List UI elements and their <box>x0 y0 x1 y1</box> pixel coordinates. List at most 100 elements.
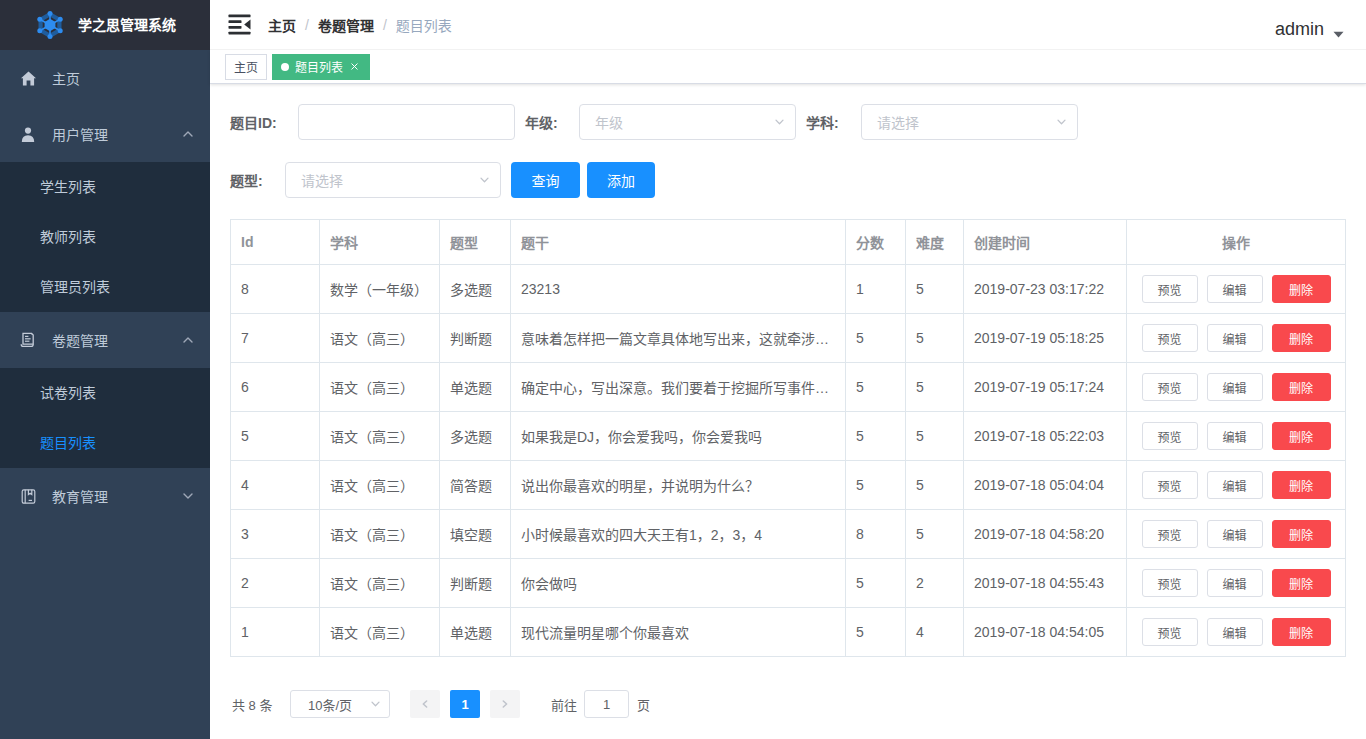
cell-actions: 预览 编辑 删除 <box>1127 363 1346 412</box>
cell-created: 2019-07-18 04:54:05 <box>964 608 1127 657</box>
jump-page-input[interactable] <box>585 691 628 717</box>
sidebar-item-admin-list[interactable]: 管理员列表 <box>0 262 210 312</box>
submenu: 试卷列表题目列表 <box>0 368 210 468</box>
table-row: 1 语文（高三） 单选题 现代流量明星哪个你最喜欢 5 4 2019-07-18… <box>231 608 1346 657</box>
cell-score: 5 <box>846 559 906 608</box>
cell-actions: 预览 编辑 删除 <box>1127 559 1346 608</box>
hamburger-icon[interactable] <box>228 13 251 36</box>
chevron-down-icon <box>370 699 381 710</box>
edit-button[interactable]: 编辑 <box>1207 422 1263 450</box>
col-qtype: 题型 <box>440 220 511 265</box>
user-dropdown[interactable]: admin <box>1275 19 1344 40</box>
delete-button[interactable]: 删除 <box>1272 275 1331 303</box>
table-row: 6 语文（高三） 单选题 确定中心，写出深意。我们要着于挖掘所写事件… 5 5 … <box>231 363 1346 412</box>
app-title: 学之思管理系统 <box>78 0 176 50</box>
col-difficulty: 难度 <box>906 220 964 265</box>
logo-bar[interactable]: 学之思管理系统 <box>0 0 210 50</box>
preview-button[interactable]: 预览 <box>1142 618 1198 646</box>
question-id-label: 题目ID: <box>230 112 298 132</box>
add-button[interactable]: 添加 <box>587 162 655 198</box>
edit-button[interactable]: 编辑 <box>1207 324 1263 352</box>
next-page-button[interactable] <box>490 690 520 718</box>
jump-prefix: 前往 <box>551 695 577 714</box>
sidebar-item-paper-list[interactable]: 试卷列表 <box>0 368 210 418</box>
caret-down-icon <box>1333 25 1344 41</box>
question-id-input[interactable] <box>299 105 514 139</box>
education-book-icon <box>20 489 36 504</box>
cell-actions: 预览 编辑 删除 <box>1127 510 1346 559</box>
subject-label: 学科: <box>806 112 861 132</box>
jump-input-wrap <box>584 690 629 718</box>
home-icon <box>20 71 36 86</box>
delete-button[interactable]: 删除 <box>1272 324 1331 352</box>
edit-button[interactable]: 编辑 <box>1207 373 1263 401</box>
sidebar-item-user-management[interactable]: 用户管理 <box>0 106 210 162</box>
cell-stem: 现代流量明星哪个你最喜欢 <box>511 608 846 657</box>
pagination-total: 共 8 条 <box>232 695 290 714</box>
breadcrumb-home[interactable]: 主页 <box>268 15 296 35</box>
cell-created: 2019-07-18 04:58:20 <box>964 510 1127 559</box>
cell-subject: 语文（高三） <box>320 363 440 412</box>
cell-id: 4 <box>231 461 320 510</box>
breadcrumb-current: 题目列表 <box>396 15 452 35</box>
delete-button[interactable]: 删除 <box>1272 618 1331 646</box>
table-row: 4 语文（高三） 简答题 说出你最喜欢的明星，并说明为什么？ 5 5 2019-… <box>231 461 1346 510</box>
delete-button[interactable]: 删除 <box>1272 569 1331 597</box>
edit-button[interactable]: 编辑 <box>1207 520 1263 548</box>
cell-difficulty: 4 <box>906 608 964 657</box>
search-button[interactable]: 查询 <box>511 162 580 198</box>
subject-select[interactable]: 请选择 <box>861 104 1078 140</box>
cell-difficulty: 5 <box>906 461 964 510</box>
preview-button[interactable]: 预览 <box>1142 520 1198 548</box>
delete-button[interactable]: 删除 <box>1272 471 1331 499</box>
preview-button[interactable]: 预览 <box>1142 275 1198 303</box>
edit-button[interactable]: 编辑 <box>1207 275 1263 303</box>
cell-subject: 语文（高三） <box>320 608 440 657</box>
cell-created: 2019-07-18 04:55:43 <box>964 559 1127 608</box>
delete-button[interactable]: 删除 <box>1272 520 1331 548</box>
tag-question-list[interactable]: 题目列表 <box>272 54 370 80</box>
preview-button[interactable]: 预览 <box>1142 373 1198 401</box>
preview-button[interactable]: 预览 <box>1142 569 1198 597</box>
app-main: 题目ID: 年级: 年级 学科: 请选择 题型: 请选择 <box>210 84 1366 739</box>
prev-page-button[interactable] <box>410 690 440 718</box>
tags-view: 主页 题目列表 <box>210 50 1366 84</box>
edit-button[interactable]: 编辑 <box>1207 471 1263 499</box>
navbar: 主页 / 卷题管理 / 题目列表 admin <box>210 0 1366 50</box>
sidebar-item-education-management[interactable]: 教育管理 <box>0 468 210 524</box>
tag-home[interactable]: 主页 <box>225 54 267 80</box>
tag-dot-icon <box>281 63 289 71</box>
edit-button[interactable]: 编辑 <box>1207 569 1263 597</box>
breadcrumb-exam-management[interactable]: 卷题管理 <box>318 15 374 35</box>
page-1-button[interactable]: 1 <box>450 690 480 718</box>
preview-button[interactable]: 预览 <box>1142 471 1198 499</box>
cell-qtype: 单选题 <box>440 608 511 657</box>
preview-button[interactable]: 预览 <box>1142 422 1198 450</box>
chevron-down-icon <box>774 117 785 128</box>
cell-created: 2019-07-18 05:22:03 <box>964 412 1127 461</box>
cell-qtype: 多选题 <box>440 265 511 314</box>
cell-stem: 如果我是DJ，你会爱我吗，你会爱我吗 <box>511 412 846 461</box>
sidebar-item-student-list[interactable]: 学生列表 <box>0 162 210 212</box>
cell-id: 3 <box>231 510 320 559</box>
close-icon[interactable] <box>347 60 361 74</box>
cell-id: 2 <box>231 559 320 608</box>
cell-difficulty: 5 <box>906 363 964 412</box>
sidebar-item-question-list[interactable]: 题目列表 <box>0 418 210 468</box>
grade-select[interactable]: 年级 <box>579 104 796 140</box>
page-size-select[interactable]: 10条/页 <box>290 690 390 718</box>
sidebar-item-exam-management[interactable]: 卷题管理 <box>0 312 210 368</box>
cell-difficulty: 2 <box>906 559 964 608</box>
preview-button[interactable]: 预览 <box>1142 324 1198 352</box>
pagination: 共 8 条 10条/页 1 前往 页 <box>230 690 1346 718</box>
delete-button[interactable]: 删除 <box>1272 422 1331 450</box>
cell-stem: 小时候最喜欢的四大天王有1，2，3，4 <box>511 510 846 559</box>
question-type-select[interactable]: 请选择 <box>285 162 501 198</box>
cell-score: 1 <box>846 265 906 314</box>
breadcrumb-separator: / <box>383 17 387 33</box>
delete-button[interactable]: 删除 <box>1272 373 1331 401</box>
cell-subject: 语文（高三） <box>320 510 440 559</box>
edit-button[interactable]: 编辑 <box>1207 618 1263 646</box>
sidebar-item-teacher-list[interactable]: 教师列表 <box>0 212 210 262</box>
sidebar-item-home[interactable]: 主页 <box>0 50 210 106</box>
